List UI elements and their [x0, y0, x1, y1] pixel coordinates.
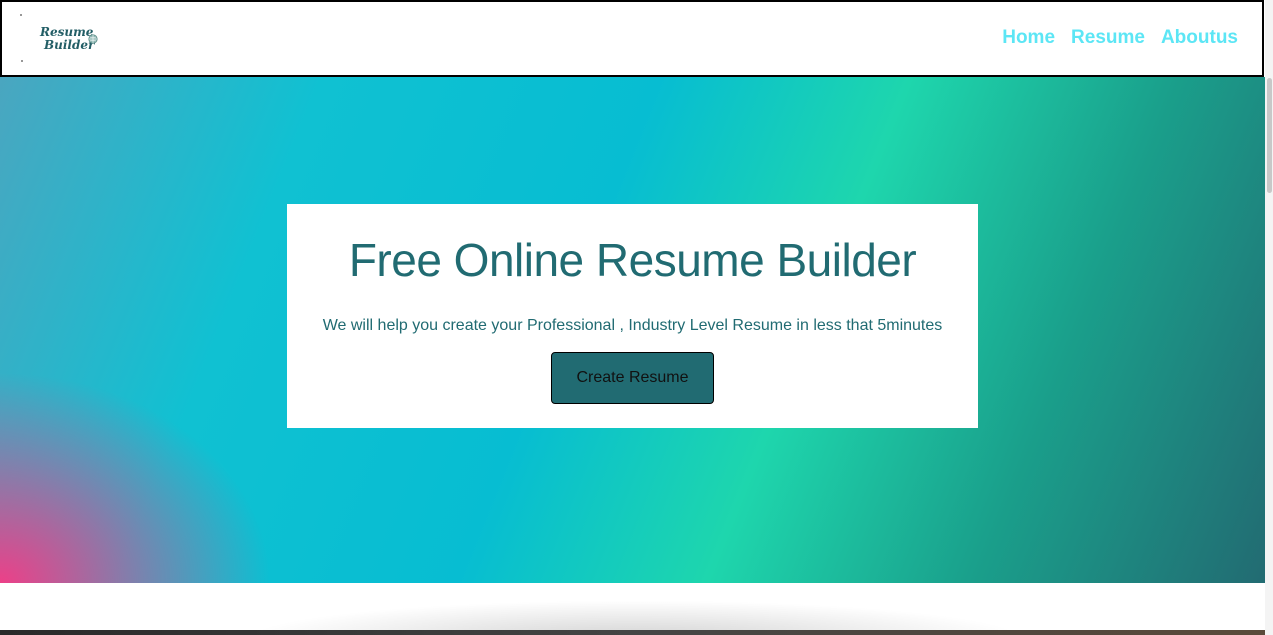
hero-card: Free Online Resume Builder We will help …: [287, 204, 978, 428]
logo-dot: [20, 13, 22, 16]
logo-text: Resume Builder: [40, 24, 95, 52]
scrollbar-thumb[interactable]: [1267, 78, 1272, 193]
nav-link-aboutus[interactable]: Aboutus: [1161, 27, 1238, 49]
navbar: Resume Builder Home Resume Aboutus: [0, 0, 1264, 77]
hero-title: Free Online Resume Builder: [348, 234, 917, 286]
hero-subtitle: We will help you create your Professiona…: [322, 317, 943, 334]
page: Resume Builder Home Resume Aboutus Free …: [0, 0, 1273, 635]
logo-line-2: Builder: [44, 37, 95, 52]
create-resume-button[interactable]: Create Resume: [551, 352, 714, 404]
logo-dot: [21, 59, 23, 62]
logo[interactable]: Resume Builder: [18, 13, 108, 64]
next-section-edge: [0, 630, 1265, 635]
nav-links: Home Resume Aboutus: [986, 27, 1238, 49]
logo-line-1: Resume: [40, 24, 94, 39]
nav-link-resume[interactable]: Resume: [1071, 27, 1145, 49]
nav-link-home[interactable]: Home: [1002, 27, 1055, 49]
globe-icon: [88, 33, 98, 44]
hero-section: Free Online Resume Builder We will help …: [0, 77, 1265, 583]
